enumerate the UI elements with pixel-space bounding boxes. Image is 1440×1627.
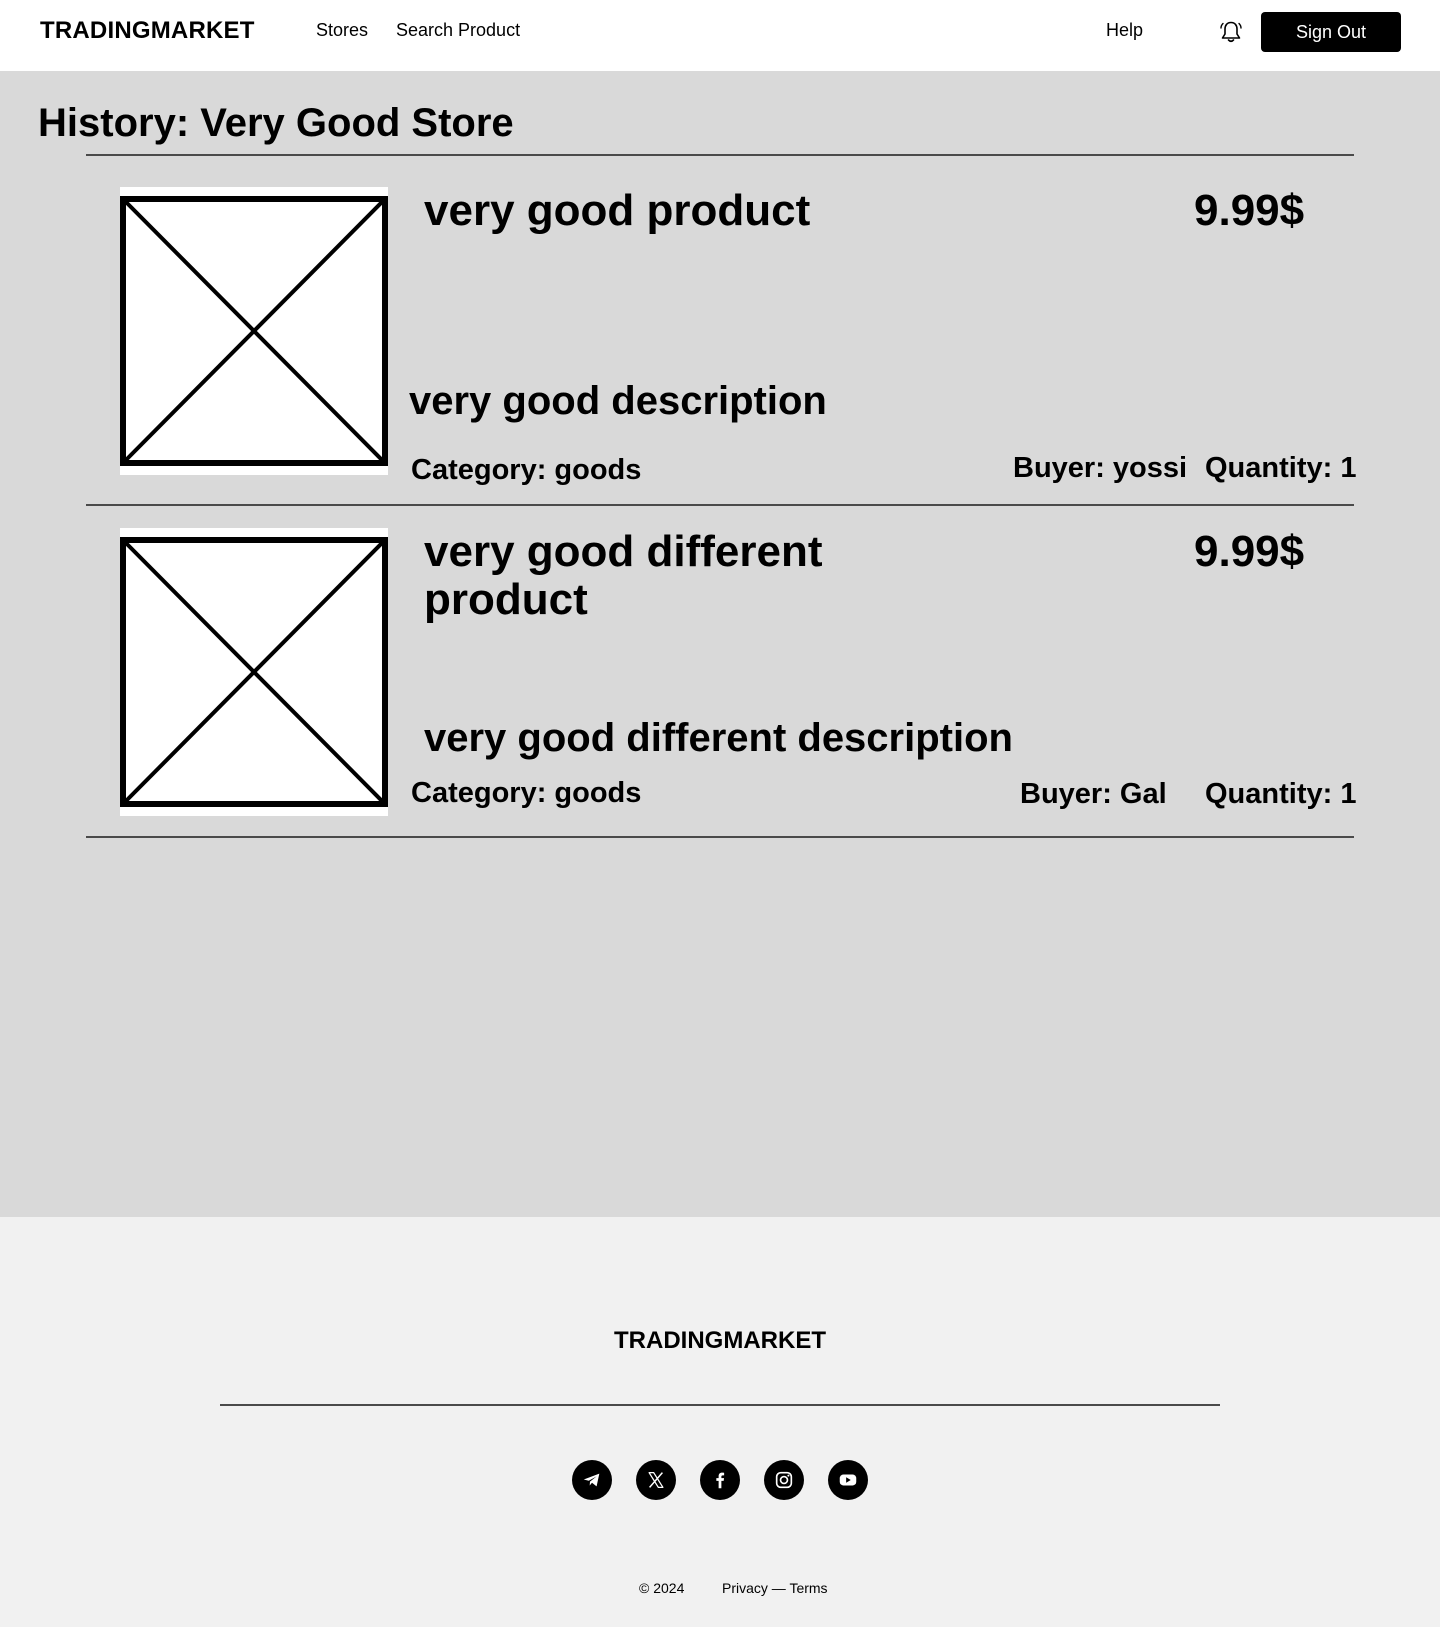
privacy-link[interactable]: Privacy xyxy=(722,1580,768,1596)
footer-divider xyxy=(220,1404,1220,1406)
divider xyxy=(86,504,1354,506)
product-price: 9.99$ xyxy=(1194,186,1305,235)
quantity: Quantity: 1 xyxy=(1205,452,1357,484)
bell-icon[interactable] xyxy=(1218,19,1244,45)
product-category: Category: goods xyxy=(411,777,642,809)
footer-logo: TRADINGMARKET xyxy=(614,1327,826,1354)
divider xyxy=(86,836,1354,838)
product-price: 9.99$ xyxy=(1194,527,1305,576)
youtube-icon[interactable] xyxy=(828,1460,868,1500)
divider xyxy=(86,154,1354,156)
history-item: very good different product 9.99$ very g… xyxy=(86,527,1357,848)
nav-link-help[interactable]: Help xyxy=(1106,20,1143,41)
social-links xyxy=(572,1460,868,1500)
image-placeholder-icon xyxy=(120,187,388,475)
history-item: very good product 9.99$ very good descri… xyxy=(86,186,1357,507)
site-logo[interactable]: TRADINGMARKET xyxy=(40,17,255,45)
sign-out-button[interactable]: Sign Out xyxy=(1261,12,1401,52)
page-title: History: Very Good Store xyxy=(38,101,514,145)
footer: TRADINGMARKET © 2024 Privacy — Terms xyxy=(0,1217,1440,1627)
telegram-icon[interactable] xyxy=(572,1460,612,1500)
copyright: © 2024 xyxy=(639,1580,685,1596)
top-nav: TRADINGMARKET Stores Search Product Help… xyxy=(0,0,1440,71)
quantity: Quantity: 1 xyxy=(1205,778,1357,810)
legal-links: Privacy — Terms xyxy=(722,1580,828,1596)
buyer-name: Buyer: yossi xyxy=(1013,452,1188,484)
image-placeholder-icon xyxy=(120,528,388,816)
nav-link-search-product[interactable]: Search Product xyxy=(396,20,520,41)
product-name: very good product xyxy=(424,186,811,235)
terms-link[interactable]: Terms xyxy=(789,1580,827,1596)
nav-link-stores[interactable]: Stores xyxy=(316,20,368,41)
product-description: very good description xyxy=(409,379,827,423)
product-category: Category: goods xyxy=(411,454,642,486)
buyer-name: Buyer: Gal xyxy=(1020,778,1167,810)
product-name: very good different product xyxy=(424,527,823,624)
facebook-icon[interactable] xyxy=(700,1460,740,1500)
main-content: History: Very Good Store very good produ… xyxy=(0,71,1440,1217)
instagram-icon[interactable] xyxy=(764,1460,804,1500)
legal-separator: — xyxy=(771,1580,786,1596)
product-description: very good different description xyxy=(424,716,1013,760)
x-icon[interactable] xyxy=(636,1460,676,1500)
